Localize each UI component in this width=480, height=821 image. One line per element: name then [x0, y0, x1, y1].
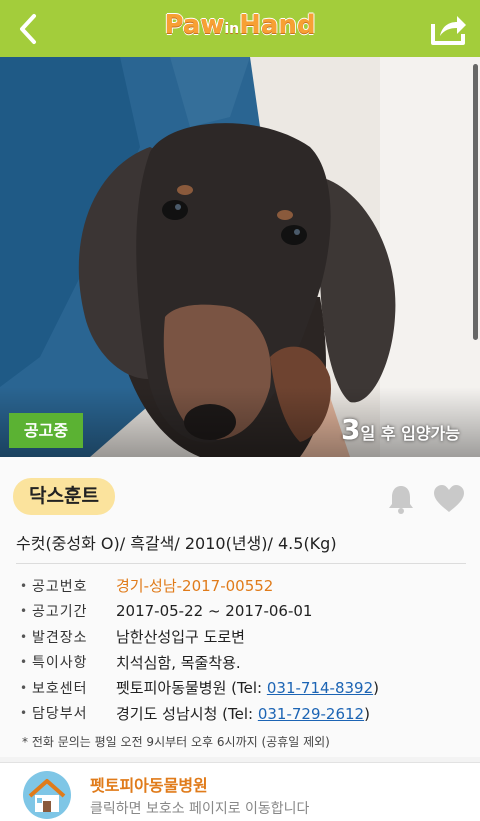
bullet-icon: •: [20, 578, 28, 593]
scrollbar[interactable]: [473, 64, 478, 340]
dachshund-photo-icon: [0, 57, 480, 457]
app-header: PawinHand: [0, 0, 480, 57]
department-text: 경기도 성남시청 (Tel:: [116, 704, 258, 723]
detail-row-notice-period: • 공고기간 2017-05-22 ~ 2017-06-01: [20, 599, 470, 625]
detail-value: 경기도 성남시청 (Tel: 031-729-2612): [116, 703, 370, 724]
detail-value: 2017-05-22 ~ 2017-06-01: [116, 602, 313, 621]
call-hours-notice: * 전화 문의는 평일 오전 9시부터 오후 6시까지 (공휴일 제외): [22, 735, 330, 749]
department-suffix: ): [364, 704, 370, 723]
department-phone-link[interactable]: 031-729-2612: [258, 705, 364, 723]
detail-row-notice-number: • 공고번호 경기-성남-2017-00552: [20, 573, 470, 599]
bell-icon[interactable]: [387, 484, 415, 514]
shelter-house-icon: [23, 771, 71, 819]
bullet-icon: •: [20, 680, 28, 695]
bullet-icon: •: [20, 655, 28, 670]
detail-row-found-place: • 발견장소 남한산성입구 도로변: [20, 624, 470, 650]
logo-in-text: in: [224, 21, 240, 37]
detail-value: 경기-성남-2017-00552: [116, 577, 274, 596]
bullet-icon: •: [20, 629, 28, 644]
detail-value: 남한산성입구 도로변: [116, 628, 245, 647]
detail-label: 공고기간: [32, 604, 88, 621]
details-list: • 공고번호 경기-성남-2017-00552 • 공고기간 2017-05-2…: [20, 573, 470, 726]
share-icon[interactable]: [430, 12, 468, 46]
detail-row-shelter: • 보호센터 펫토피아동물병원 (Tel: 031-714-8392): [20, 675, 470, 701]
animal-summary: 수컷(중성화 O)/ 흑갈색/ 2010(년생)/ 4.5(Kg): [16, 534, 337, 553]
divider: [16, 563, 466, 564]
breed-pill: 닥스훈트: [13, 478, 115, 515]
shelter-text: 펫토피아동물병원 (Tel:: [116, 679, 267, 698]
logo-hand-text: Hand: [239, 10, 316, 40]
detail-label: 공고번호: [32, 578, 88, 595]
shelter-name[interactable]: 펫토피아동물병원: [90, 772, 208, 796]
detail-label: 담당부서: [32, 706, 88, 723]
detail-row-department: • 담당부서 경기도 성남시청 (Tel: 031-729-2612): [20, 701, 470, 727]
days-text: 일 후 입양가능: [360, 424, 460, 443]
detail-label: 발견장소: [32, 629, 88, 646]
status-badge: 공고중: [9, 413, 83, 448]
animal-photo: [0, 57, 480, 457]
shelter-hint: 클릭하면 보호소 페이지로 이동합니다: [90, 801, 310, 817]
detail-label: 보호센터: [32, 680, 88, 697]
shelter-suffix: ): [373, 679, 379, 698]
detail-label: 특이사항: [32, 655, 88, 672]
adoption-countdown: 3일 후 입양가능: [341, 413, 460, 446]
days-number: 3: [341, 413, 361, 446]
app-logo: PawinHand: [0, 10, 480, 40]
heart-icon[interactable]: [433, 484, 465, 514]
detail-row-special-notes: • 특이사항 치석심함, 목줄착용.: [20, 650, 470, 676]
detail-value: 펫토피아동물병원 (Tel: 031-714-8392): [116, 677, 379, 698]
logo-paw-text: Paw: [164, 10, 225, 40]
bullet-icon: •: [20, 604, 28, 619]
shelter-phone-link[interactable]: 031-714-8392: [267, 679, 373, 697]
detail-value: 치석심함, 목줄착용.: [116, 653, 241, 672]
bullet-icon: •: [20, 706, 28, 721]
